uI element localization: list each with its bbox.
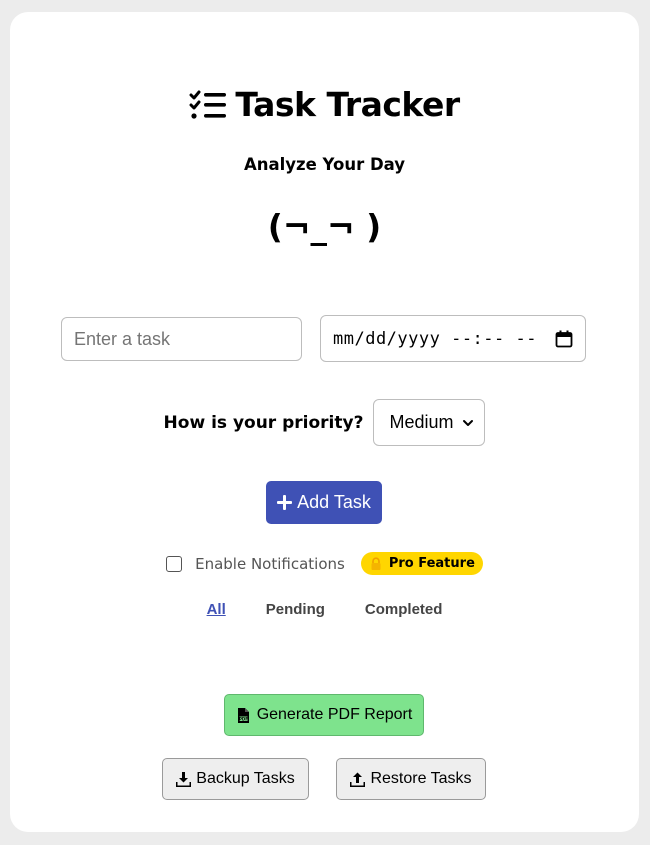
notifications-checkbox[interactable] [166,555,183,572]
subtitle: Analyze Your Day [243,155,406,174]
pro-feature-badge: Pro Feature [360,552,483,575]
backup-tasks-button[interactable]: Backup Tasks [162,758,309,800]
add-task-label: Add Task [297,492,371,512]
priority-value: Medium [389,412,454,432]
pro-feature-label: Pro Feature [388,556,475,571]
restore-tasks-label: Restore Tasks [370,770,472,787]
task-tracker-card: Task Tracker Analyze Your Day (¬_¬ ) mm/… [10,12,639,832]
datetime-input[interactable]: mm/dd/yyyy --:-- -- [320,315,586,362]
calendar-icon[interactable] [555,330,573,348]
add-task-button[interactable]: Add Task [266,481,382,524]
task-input[interactable] [61,317,302,361]
notifications-label[interactable]: Enable Notifications [195,555,345,573]
datetime-value: mm/dd/yyyy --:-- -- [333,328,537,349]
notifications-row: Enable Notifications Pro Feature [10,552,639,575]
upload-icon [350,772,366,787]
priority-select[interactable]: Medium [373,399,486,446]
filter-pending[interactable]: Pending [266,601,325,618]
app-title: Task Tracker [235,85,460,124]
generate-pdf-button[interactable]: PDF Generate PDF Report [224,694,424,736]
filter-completed[interactable]: Completed [365,601,443,618]
mood-face: (¬_¬ ) [267,207,382,246]
checklist-icon [189,90,227,119]
generate-pdf-label: Generate PDF Report [256,706,413,723]
plus-icon [277,495,293,510]
download-icon [176,771,192,787]
priority-row: How is your priority? Medium [10,399,639,446]
filter-all[interactable]: All [207,601,226,618]
task-filters: All Pending Completed [10,601,639,618]
restore-tasks-button[interactable]: Restore Tasks [336,758,486,800]
header: Task Tracker [10,85,639,124]
svg-text:PDF: PDF [239,716,248,721]
priority-label: How is your priority? [163,412,364,433]
chevron-down-icon [463,419,474,426]
pdf-file-icon: PDF [237,707,249,723]
lock-icon [371,556,381,570]
backup-tasks-label: Backup Tasks [196,770,295,787]
